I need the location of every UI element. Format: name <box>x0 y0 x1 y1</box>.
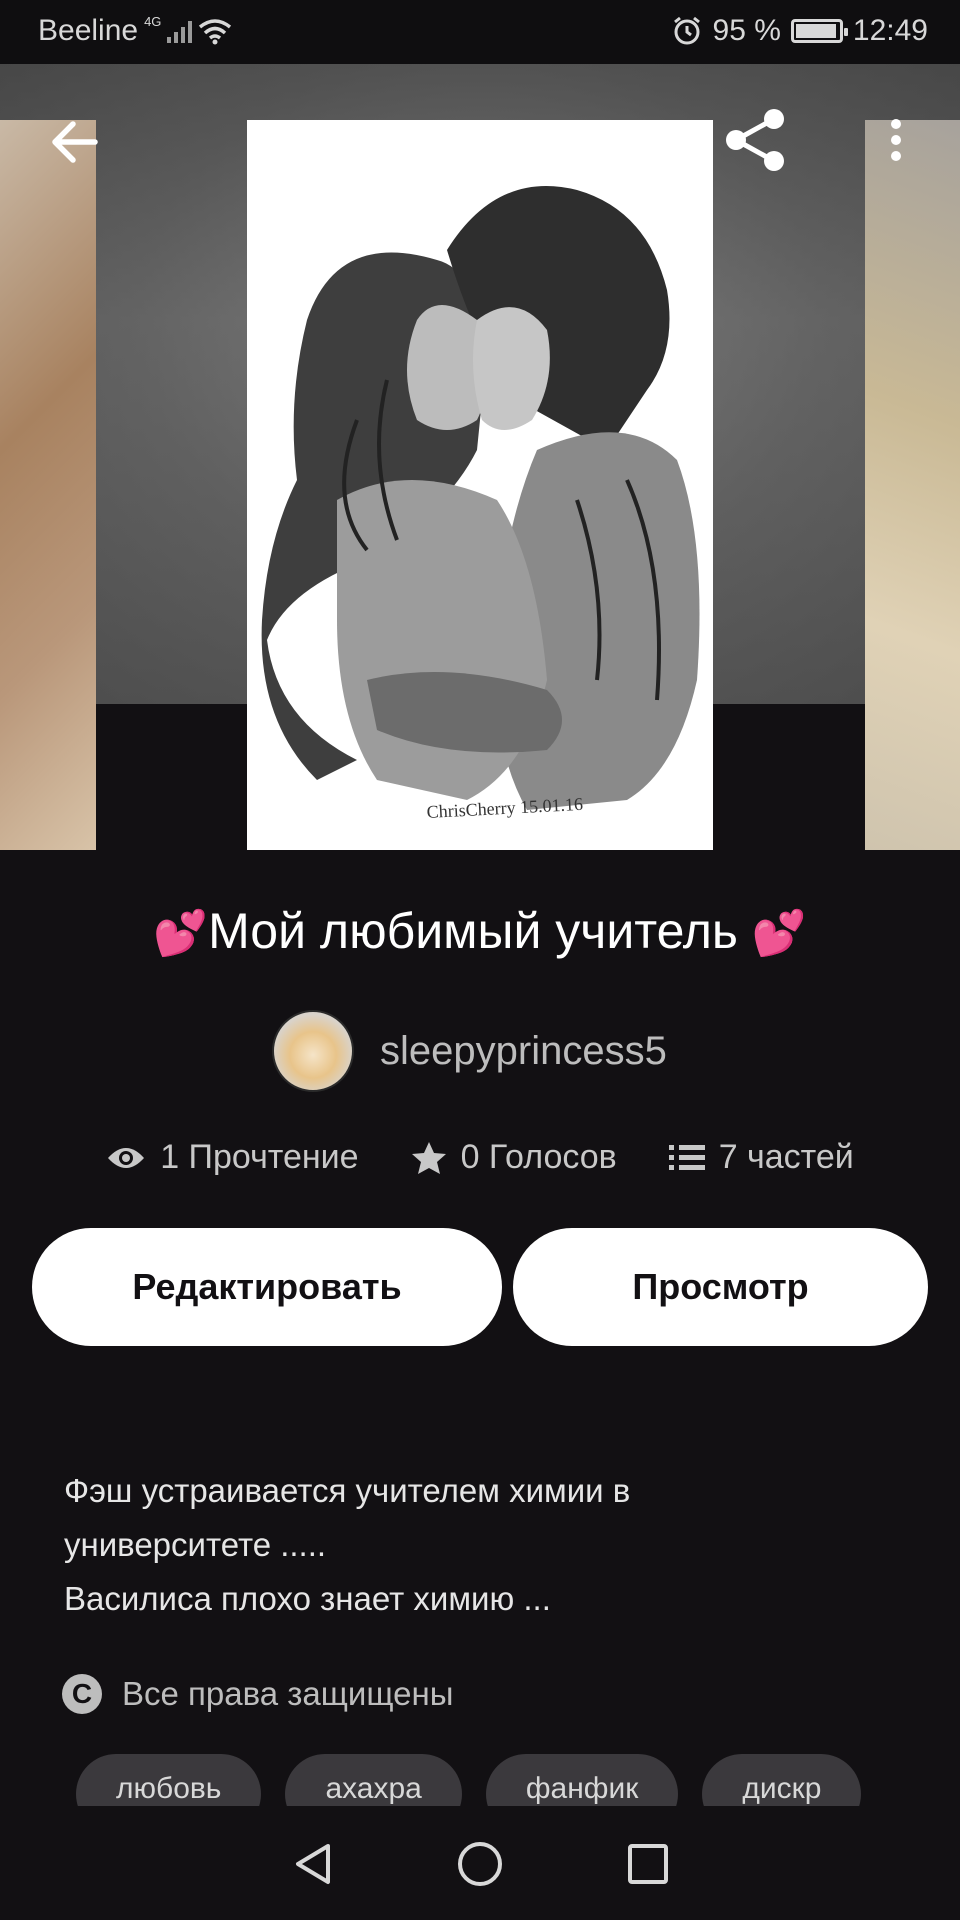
story-description: Фэш устраивается учителем химии в универ… <box>64 1464 904 1626</box>
tag-chip[interactable]: любовь <box>76 1754 262 1806</box>
votes-count: 0 Голосов <box>460 1138 617 1176</box>
more-button[interactable] <box>870 104 922 176</box>
status-right: 95 % 12:49 <box>671 14 928 48</box>
nav-back-icon[interactable] <box>290 1840 334 1888</box>
avatar[interactable] <box>272 1010 354 1092</box>
clock: 12:49 <box>852 14 928 47</box>
tag-chip[interactable]: дискр <box>702 1754 862 1806</box>
status-bar: Beeline 4G 95 % 12:49 <box>0 0 960 64</box>
system-nav-bar <box>0 1808 960 1920</box>
list-icon <box>668 1144 705 1170</box>
share-button[interactable] <box>720 104 792 176</box>
share-icon <box>726 109 784 171</box>
story-cover: ChrisCherry 15.01.16 <box>247 120 713 850</box>
status-left: Beeline 4G <box>38 14 232 48</box>
tag-chip[interactable]: фанфик <box>485 1754 679 1806</box>
nav-home-icon[interactable] <box>456 1840 504 1888</box>
copyright-text: Все права защищены <box>122 1675 454 1712</box>
copyright-icon: C <box>62 1674 102 1714</box>
parts-stat: 7 частей <box>668 1138 854 1177</box>
back-button[interactable] <box>42 110 106 174</box>
story-title: Мой любимый учитель <box>208 903 738 959</box>
tag-list: любовь ахахра фанфик дискр <box>76 1754 918 1806</box>
previous-cover[interactable] <box>0 120 96 850</box>
reads-stat: 1 Прочтение <box>106 1138 359 1177</box>
next-cover[interactable] <box>865 120 960 850</box>
alarm-icon <box>673 16 700 45</box>
author-row[interactable]: sleepyprincess5 <box>272 1010 667 1092</box>
signal-icon <box>167 19 193 43</box>
description-line: университете ..... <box>64 1526 327 1563</box>
star-icon <box>411 1141 446 1174</box>
wifi-icon <box>199 19 232 45</box>
battery-icon <box>790 19 848 43</box>
description-line: Василиса плохо знает химию ... <box>64 1580 551 1617</box>
copyright-row: C Все права защищены <box>62 1674 453 1714</box>
network-type: 4G <box>144 13 162 29</box>
nav-recents-icon[interactable] <box>626 1842 670 1886</box>
edit-button[interactable]: Редактировать <box>32 1228 502 1346</box>
parts-count: 7 частей <box>718 1138 854 1176</box>
cover-illustration: ChrisCherry 15.01.16 <box>247 120 713 850</box>
description-line: Фэш устраивается учителем химии в <box>64 1472 631 1509</box>
carrier-name: Beeline <box>38 14 139 47</box>
story-title-row: 💕Мой любимый учитель 💕 <box>0 902 960 960</box>
tag-chip[interactable]: ахахра <box>285 1754 462 1806</box>
battery-percent: 95 % <box>712 14 781 47</box>
back-arrow-icon <box>52 121 98 163</box>
more-vertical-icon <box>891 119 901 161</box>
reads-count: 1 Прочтение <box>160 1138 359 1176</box>
hearts-emoji-right: 💕 <box>751 909 807 958</box>
preview-button[interactable]: Просмотр <box>513 1228 928 1346</box>
author-name[interactable]: sleepyprincess5 <box>380 1029 667 1074</box>
votes-stat: 0 Голосов <box>411 1138 617 1177</box>
eye-icon <box>108 1147 145 1168</box>
story-stats: 1 Прочтение 0 Голосов 7 частей <box>0 1138 960 1177</box>
hearts-emoji-left: 💕 <box>153 909 209 958</box>
